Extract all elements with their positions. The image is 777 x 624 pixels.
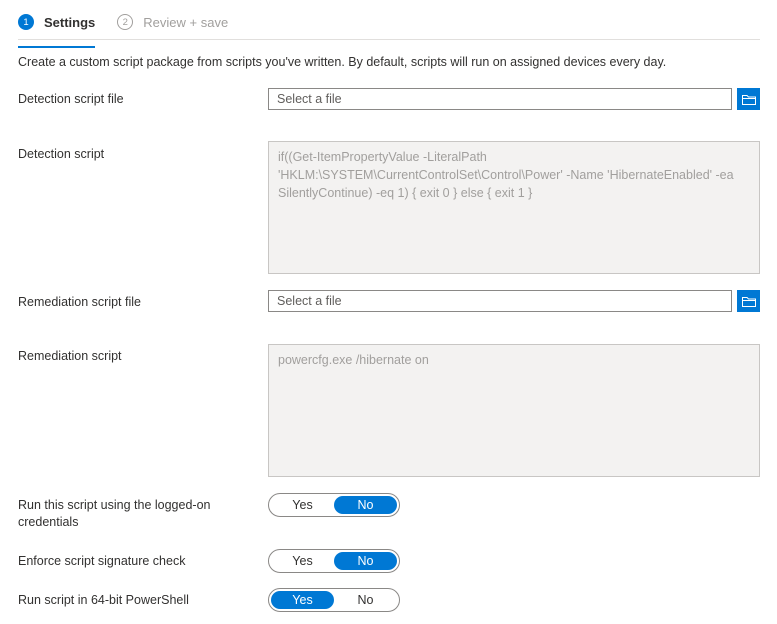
detection-file-browse-button[interactable]	[737, 88, 760, 110]
remediation-file-browse-button[interactable]	[737, 290, 760, 312]
page-description: Create a custom script package from scri…	[18, 55, 667, 69]
toggle-no-option[interactable]: No	[334, 591, 397, 609]
tab-label: Review + save	[143, 14, 229, 30]
toggle-yes-option[interactable]: Yes	[271, 496, 334, 514]
remediation-file-label: Remediation script file	[18, 295, 141, 309]
detection-script-label: Detection script	[18, 147, 105, 161]
powershell-64bit-label: Run script in 64-bit PowerShell	[18, 593, 189, 607]
toggle-yes-option[interactable]: Yes	[271, 591, 334, 609]
folder-icon	[741, 94, 756, 105]
folder-icon	[741, 296, 756, 307]
tab-label: Settings	[44, 14, 96, 30]
logged-on-credentials-toggle[interactable]: Yes No	[268, 493, 400, 517]
step-number-badge: 1	[18, 14, 34, 30]
remediation-script-textarea[interactable]: powercfg.exe /hibernate on	[268, 344, 760, 477]
toggle-yes-option[interactable]: Yes	[271, 552, 334, 570]
tab-review-save[interactable]: 2 Review + save	[117, 10, 228, 34]
tab-settings[interactable]: 1 Settings	[18, 10, 96, 48]
tabs-divider	[18, 39, 760, 40]
logged-on-credentials-label: Run this script using the logged-on cred…	[18, 498, 211, 529]
remediation-file-input[interactable]: Select a file	[268, 290, 732, 312]
toggle-no-option[interactable]: No	[334, 552, 397, 570]
detection-file-label: Detection script file	[18, 92, 124, 106]
detection-file-input[interactable]: Select a file	[268, 88, 732, 110]
toggle-no-option[interactable]: No	[334, 496, 397, 514]
wizard-tabs: 1 Settings 2 Review + save	[18, 10, 250, 48]
detection-script-textarea[interactable]: if((Get-ItemPropertyValue -LiteralPath '…	[268, 141, 760, 274]
step-number-badge: 2	[117, 14, 134, 30]
remediation-script-label: Remediation script	[18, 349, 122, 363]
signature-check-toggle[interactable]: Yes No	[268, 549, 400, 573]
powershell-64bit-toggle[interactable]: Yes No	[268, 588, 400, 612]
signature-check-label: Enforce script signature check	[18, 554, 186, 568]
